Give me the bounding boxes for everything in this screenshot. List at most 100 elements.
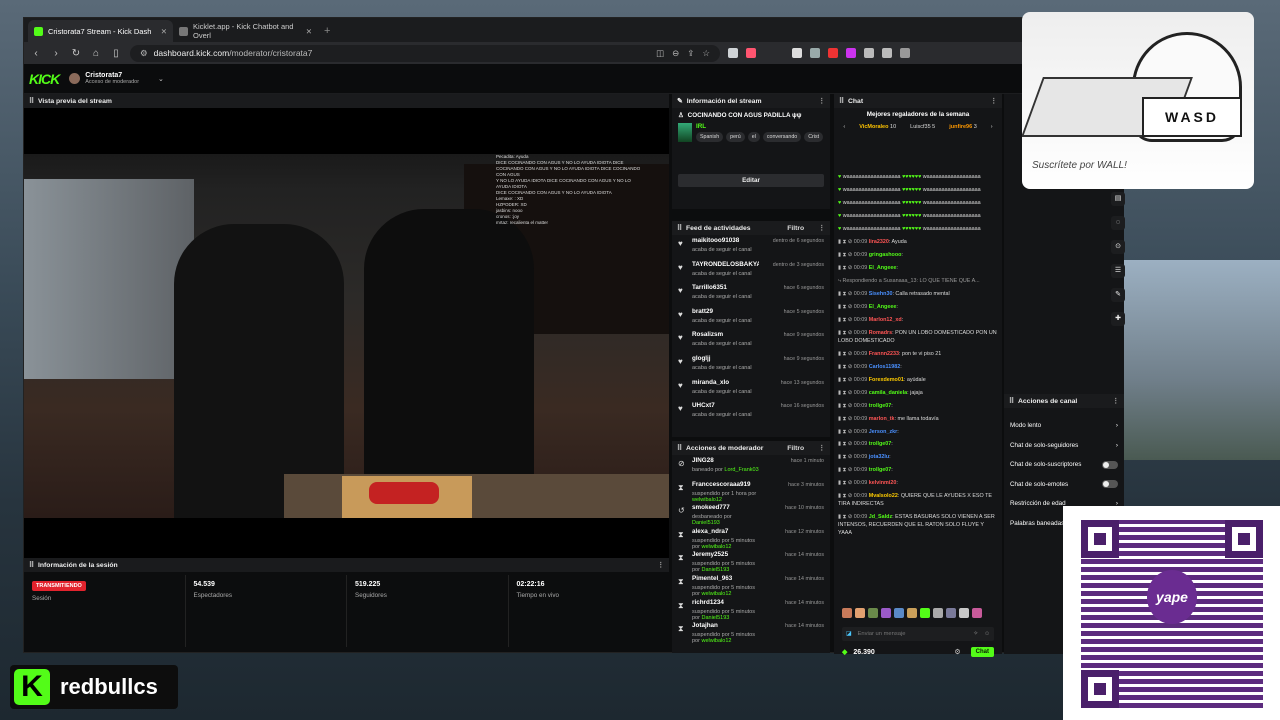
mod-by[interactable]: welwibalo12 [701,638,731,644]
home-icon[interactable]: ⌂ [90,48,102,59]
message-user[interactable]: Mvalsolo22 [869,493,898,499]
chat-message[interactable]: ▮ ⧗ ⊘ 00:09 camila_daniela: jajaja [838,390,998,398]
emotes-only-toggle[interactable] [1102,480,1118,489]
mod-by[interactable]: Daniel5193 [701,615,729,621]
forward-icon[interactable]: › [50,48,62,59]
chevron-left-icon[interactable]: ‹ [843,124,845,130]
mod-target[interactable]: Jotajhan [692,622,759,629]
mod-tools-icon[interactable]: ▮ ⧗ ⊘ [838,514,854,520]
drag-handle-icon[interactable]: ⠿ [1009,397,1014,405]
gifter-name[interactable]: junfire96 [949,124,972,130]
message-user[interactable]: Sisehn30 [869,291,893,297]
filter-button[interactable]: Filtro [787,445,804,452]
close-icon[interactable]: ✕ [306,27,312,36]
extension-icon[interactable] [810,48,820,58]
mod-by[interactable]: welwibalo12 [701,544,731,550]
category-name[interactable]: IRL [696,123,823,130]
chat-message[interactable]: ▮ ⧗ ⊘ 00:09 trollge07: [838,441,998,449]
new-tab-icon[interactable]: + [318,20,336,42]
chat-message[interactable]: ▮ ⧗ ⊘ 00:09 lira2320: Ayuda [838,239,998,247]
more-icon[interactable]: ⋮ [990,97,997,105]
video-player[interactable]: Pecadita: Ayuda DICE COCINANDO CON AGUS … [24,154,669,518]
message-user[interactable]: marlon_tk [869,416,895,422]
mod-tools-icon[interactable]: ▮ ⧗ ⊘ [838,467,854,473]
mod-by[interactable]: Daniel5193 [701,567,729,573]
message-user[interactable]: gringashooo [869,252,902,258]
more-icon[interactable]: ⋮ [818,97,825,105]
mod-tools-icon[interactable]: ▮ ⧗ ⊘ [838,252,854,258]
message-user[interactable]: Jerson_zkr [869,429,897,435]
gifter-name[interactable]: VicMoraleo [859,124,888,130]
extension-icon[interactable] [846,48,856,58]
mod-tools-icon[interactable]: ▮ ⧗ ⊘ [838,239,854,245]
broadcast-icon[interactable]: ⊙ [1111,240,1125,254]
mod-tools-icon[interactable]: ▮ ⧗ ⊘ [838,403,854,409]
wrench-icon[interactable]: ✎ [1111,288,1125,302]
message-user[interactable]: kelvinmi20 [869,480,897,486]
message-user[interactable]: Jd_Saldz [869,514,892,520]
mod-tools-icon[interactable]: ▮ ⧗ ⊘ [838,364,854,370]
gear-icon[interactable]: ⚙ [954,648,960,656]
emote-icon[interactable] [868,608,878,618]
extension-icon[interactable] [792,48,802,58]
chat-message[interactable]: ▮ ⧗ ⊘ 00:09 trollge07: [838,403,998,411]
mod-target[interactable]: Jeremy2525 [692,551,759,558]
zoom-icon[interactable]: ⊖ [672,48,679,59]
emote-icon[interactable] [959,608,969,618]
extension-icon[interactable] [882,48,892,58]
mod-tools-icon[interactable]: ▮ ⧗ ⊘ [838,351,854,357]
mod-tools-icon[interactable]: ▮ ⧗ ⊘ [838,441,854,447]
chat-message[interactable]: ▮ ⧗ ⊘ 00:09 jota32lu: [838,454,998,462]
mod-target[interactable]: Franccescoraaa919 [692,481,759,488]
message-user[interactable]: Frannn2233 [869,351,899,357]
mod-by[interactable]: welwibalo12 [692,497,722,503]
chat-message[interactable]: ▮ ⧗ ⊘ 00:09 kelvinmi20: [838,480,998,488]
kick-logo[interactable]: KICK [29,71,60,87]
tab-kick-dashboard[interactable]: Cristorata7 Stream - Kick Dash ✕ [28,20,173,42]
chat-input[interactable] [857,631,968,637]
send-chat-button[interactable]: Chat [970,647,994,657]
message-user[interactable]: trollge07 [869,441,891,447]
feed-user[interactable]: Tarrillo6351 [692,284,759,291]
more-icon[interactable]: ⋮ [818,444,825,452]
more-icon[interactable]: ⋮ [1112,397,1119,405]
reload-icon[interactable]: ↻ [70,48,82,59]
more-icon[interactable]: ⋮ [818,224,825,232]
mod-tools-icon[interactable]: ▮ ⧗ ⊘ [838,416,854,422]
chat-message[interactable]: ▮ ⧗ ⊘ 00:09 El_Angeee: [838,304,998,312]
emote-icon[interactable] [881,608,891,618]
chat-bubble-icon[interactable]: ◌ [1111,216,1125,230]
mod-target[interactable]: smokeed777 [692,504,759,511]
brave-shield-icon[interactable] [728,48,738,58]
feed-user[interactable]: miranda_xlo [692,379,759,386]
message-user[interactable]: Marlon12_xd [869,317,902,323]
close-icon[interactable]: ✕ [161,27,167,36]
message-user[interactable]: camila_daniela [869,390,907,396]
mod-tools-icon[interactable]: ▮ ⧗ ⊘ [838,493,854,499]
extension-icon[interactable] [828,48,838,58]
drag-handle-icon[interactable]: ⠿ [29,561,34,569]
message-user[interactable]: Carlos11982 [869,364,900,370]
address-bar[interactable]: ⚙ dashboard.kick.com/moderator/cristorat… [130,44,720,62]
chat-message[interactable]: ▮ ⧗ ⊘ 00:09 Jd_Saldz: ESTAS BASURAS SOLO… [838,514,998,537]
mod-tools-icon[interactable]: ▮ ⧗ ⊘ [838,454,854,460]
extension-icon[interactable] [900,48,910,58]
mod-target[interactable]: JING28 [692,457,759,464]
message-user[interactable]: El_Angeee [869,304,897,310]
star-icon[interactable]: ☆ [702,48,710,59]
emote-icon[interactable] [933,608,943,618]
subscribers-only-toggle[interactable] [1102,460,1118,469]
drag-handle-icon[interactable]: ⠿ [677,224,682,232]
action-slow-mode[interactable]: Modo lento › [1004,416,1124,436]
chat-message[interactable]: ▮ ⧗ ⊘ 00:09 Sisehn30: Calla retrasado me… [838,291,998,299]
filter-button[interactable]: Filtro [787,225,804,232]
feed-user[interactable]: maikitooo91038 [692,237,759,244]
mod-target[interactable]: alexa_ndra7 [692,528,759,535]
emote-icon[interactable] [920,608,930,618]
chat-message[interactable]: ▮ ⧗ ⊘ 00:09 Frannn2233: pon te vi piso 2… [838,351,998,359]
list-icon[interactable]: ☰ [1111,264,1125,278]
chat-message[interactable]: ▮ ⧗ ⊘ 00:09 Mvalsolo22: QUIERE QUE LE AY… [838,493,998,509]
feed-user[interactable]: Rosalizsm [692,331,759,338]
brave-rewards-icon[interactable] [746,48,756,58]
emote-icon[interactable] [842,608,852,618]
